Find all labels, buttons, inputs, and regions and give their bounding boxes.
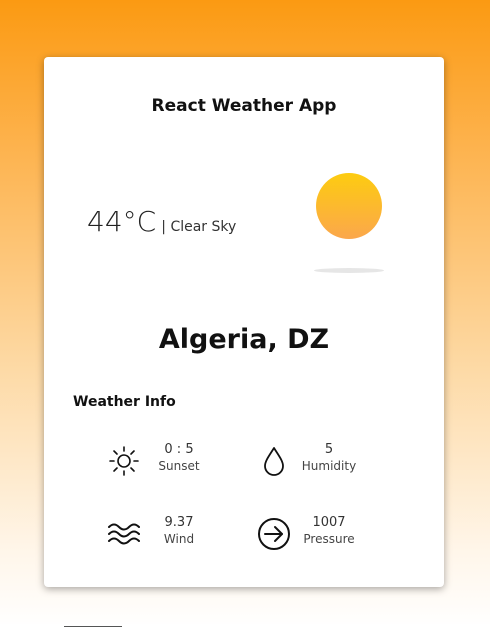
sun-icon <box>316 173 382 239</box>
bottom-strip <box>0 624 490 628</box>
pressure-value: 1007 <box>312 515 346 530</box>
sun-shadow <box>314 268 384 273</box>
humidity-label: Humidity <box>301 459 357 473</box>
sun-icon <box>106 443 142 479</box>
sunset-value: 0 : 5 <box>164 442 194 457</box>
temperature-value: 44°C <box>87 205 157 238</box>
wind-value: 9.37 <box>164 515 194 530</box>
divider <box>64 626 122 627</box>
info-item-pressure: 1007 Pressure <box>256 514 406 554</box>
app-title: React Weather App <box>151 96 337 116</box>
drop-icon <box>256 443 292 479</box>
wind-label: Wind <box>163 532 195 546</box>
city-name: Algeria, DZ <box>158 324 330 355</box>
weather-info-title: Weather Info <box>73 394 176 410</box>
info-item-humidity: 5 Humidity <box>256 441 406 481</box>
humidity-value: 5 <box>324 442 334 457</box>
temperature-row: 44°C | Clear Sky <box>87 205 236 238</box>
info-item-sunset: 0 : 5 Sunset <box>106 441 256 481</box>
weather-condition: | Clear Sky <box>161 219 237 235</box>
pressure-label: Pressure <box>303 532 355 546</box>
sunset-label: Sunset <box>158 459 200 473</box>
info-item-wind: 9.37 Wind <box>106 514 256 554</box>
weather-card: React Weather App 44°C | Clear Sky Alger… <box>44 57 444 587</box>
wind-icon <box>106 516 142 552</box>
arrow-circle-icon <box>256 516 292 552</box>
